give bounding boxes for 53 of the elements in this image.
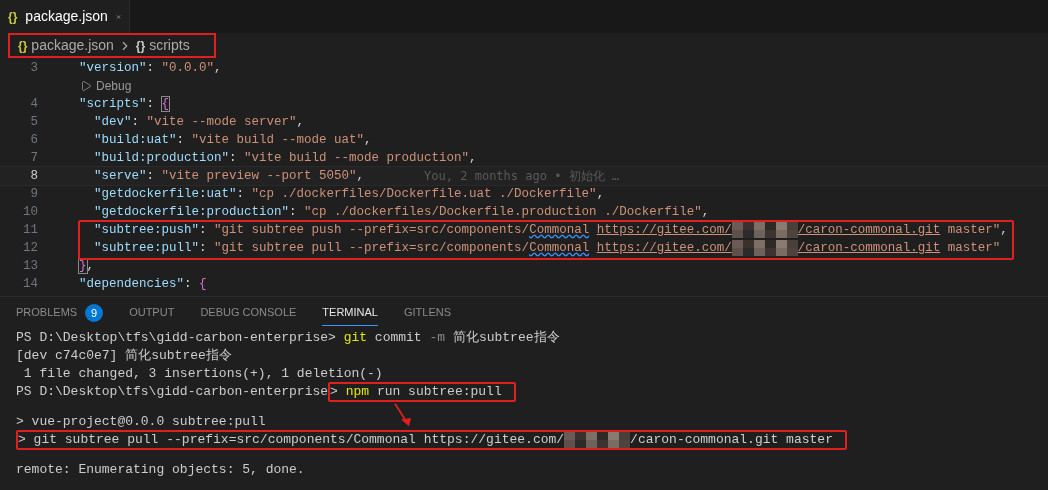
editor-tab[interactable]: {} package.json xyxy=(0,0,130,33)
play-icon xyxy=(80,80,92,92)
code-text: "dependencies": { xyxy=(78,275,207,293)
panel-tab[interactable]: GITLENS xyxy=(403,300,452,326)
redaction-block xyxy=(731,240,798,256)
terminal-text: 1 file changed, 3 insertions(+), 1 deletion(-) xyxy=(22,365,383,384)
line-number: 3 xyxy=(29,59,39,77)
redaction-block xyxy=(564,432,631,448)
object-icon: {} xyxy=(135,36,146,55)
terminal-text: > vue-project@0.0.0 subtree:pull xyxy=(16,413,266,432)
line-number: 7 xyxy=(29,149,39,167)
code-text: "dev": "vite --mode server", xyxy=(93,113,305,131)
line-number: 8 xyxy=(29,167,39,185)
line-number: 11 xyxy=(22,221,39,239)
terminal-text: > npm run subtree:pull xyxy=(330,383,502,402)
code-text: "subtree:push": "git subtree push --prefix=src/components/Commonal https://gitee.com/ xyxy=(93,221,732,239)
line-number: 4 xyxy=(29,95,39,113)
panel-tab[interactable]: OUTPUT xyxy=(129,300,175,326)
code-text: "getdockerfile:uat": "cp ./dockerfiles/Dockerfile.uat ./Dockerfile", xyxy=(93,185,605,203)
code-text: /caron-commonal.git master", xyxy=(797,221,1008,239)
code-text: "getdockerfile:production": "cp ./dockerfiles/Dockerfile.production ./Dockerfile", xyxy=(93,203,710,221)
panel-tab[interactable]: PROBLEMS xyxy=(16,300,78,326)
breadcrumb-item[interactable]: scripts xyxy=(149,35,190,56)
terminal-text: > git subtree pull --prefix=src/components/Commonal https://gitee.com/ xyxy=(18,431,565,450)
debug-codelens[interactable]: Debug xyxy=(80,77,132,95)
panel-tab[interactable]: TERMINAL xyxy=(322,300,378,326)
count-badge: 9 xyxy=(85,304,104,322)
code-text: "version": "0.0.0", xyxy=(78,59,222,77)
json-file-icon: {} xyxy=(18,36,28,55)
code-text: /caron-commonal.git master" xyxy=(797,239,1001,257)
line-number: 12 xyxy=(22,239,39,257)
breadcrumb-item[interactable]: package.json xyxy=(31,35,114,56)
line-number: 13 xyxy=(22,257,39,275)
code-text: }, xyxy=(78,257,95,275)
terminal-text: PS D:\Desktop\tfs\gidd-carbon-enterprise xyxy=(16,383,329,402)
terminal-text: /caron-commonal.git master xyxy=(630,431,833,450)
redaction-block xyxy=(731,222,798,238)
terminal-text: [dev c74c0e7] 简化subtree指令 xyxy=(16,347,232,366)
tab-label: package.json xyxy=(25,7,108,26)
code-text: "serve": "vite preview --port 5050", xyxy=(93,167,365,185)
terminal-text: PS D:\Desktop\tfs\gidd-carbon-enterprise> git commit -m 简化subtree指令 xyxy=(16,329,560,348)
code-text: "subtree:pull": "git subtree pull --prefix=src/components/Commonal https://gitee.com/ xyxy=(93,239,732,257)
line-number: 14 xyxy=(22,275,39,293)
panel-tab[interactable]: DEBUG CONSOLE xyxy=(200,300,297,326)
line-number: 5 xyxy=(29,113,39,131)
terminal-text: remote: Enumerating objects: 5, done. xyxy=(16,461,305,480)
line-number: 10 xyxy=(22,203,39,221)
code-text: "scripts": { xyxy=(78,95,170,113)
json-file-icon: {} xyxy=(8,7,18,26)
code-text: "build:production": "vite build --mode production", xyxy=(93,149,477,167)
line-number: 6 xyxy=(29,131,39,149)
code-text: "build:uat": "vite build --mode uat", xyxy=(93,131,372,149)
line-number: 9 xyxy=(29,185,39,203)
